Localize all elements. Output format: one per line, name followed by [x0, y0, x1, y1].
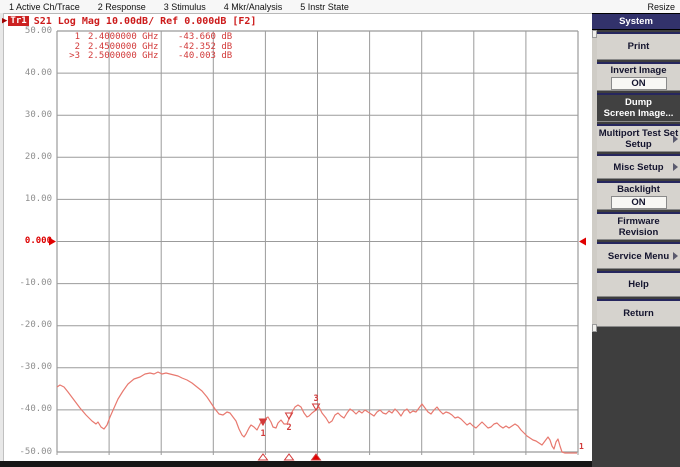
ref-level-arrow-right — [579, 238, 586, 246]
softkey-misc-setup[interactable]: Misc Setup — [597, 154, 680, 179]
softkey-backlight[interactable]: BacklightON — [597, 181, 680, 210]
softkey-label: Invert Image — [611, 65, 667, 76]
trace-marker-triangle — [286, 413, 293, 419]
softkey-service-menu[interactable]: Service Menu — [597, 242, 680, 269]
softkey-state-indicator: ON — [611, 77, 667, 90]
softkey-label: Service Menu — [608, 251, 669, 262]
axis-marker-triangle — [259, 454, 268, 460]
softkey-help[interactable]: Help — [597, 271, 680, 297]
ref-level-arrow-left — [49, 238, 56, 246]
softkey-firmware-revision[interactable]: Firmware Revision — [597, 212, 680, 240]
measurement-plot: 1 2 3 1 — [0, 0, 680, 467]
trace-marker-number: 3 — [313, 394, 318, 404]
bottom-status-bar — [0, 461, 592, 467]
submenu-arrow-icon — [673, 135, 678, 143]
softkey-label: Dump Screen Image... — [604, 97, 674, 119]
softkey-label: Multiport Test Set Setup — [599, 128, 679, 150]
softkey-label: Help — [628, 279, 649, 290]
softkey-label: Return — [623, 308, 654, 319]
trace-end-number: 1 — [579, 442, 584, 451]
softkey-dump-screen-image[interactable]: Dump Screen Image... — [597, 93, 680, 122]
trace-marker-number: 2 — [286, 423, 291, 433]
softkey-sidebar: System PrintInvert ImageONDump Screen Im… — [592, 13, 680, 467]
trace-marker-number: 1 — [260, 429, 265, 439]
softkey-label: Misc Setup — [613, 162, 663, 173]
softkey-state-indicator: ON — [611, 196, 667, 209]
marker-freq: 2.5000000 GHz — [88, 52, 178, 62]
marker-readout-table: 12.4000000 GHz-43.660 dB22.4500000 GHz-4… — [62, 33, 250, 62]
softkey-menu-title: System — [592, 13, 680, 30]
softkey-invert-image[interactable]: Invert ImageON — [597, 62, 680, 91]
submenu-arrow-icon — [673, 163, 678, 171]
softkey-print[interactable]: Print — [597, 32, 680, 60]
softkey-label: Firmware Revision — [617, 216, 659, 238]
vna-screen: 1 Active Ch/Trace2 Response3 Stimulus4 M… — [0, 0, 680, 467]
marker-val: -40.003 dB — [178, 52, 250, 62]
submenu-arrow-icon — [673, 252, 678, 260]
marker-num: >3 — [62, 52, 80, 62]
softkey-label: Print — [628, 41, 650, 52]
softkey-label: Backlight — [617, 184, 660, 195]
softkey-return[interactable]: Return — [597, 299, 680, 327]
axis-marker-triangle — [312, 454, 321, 460]
softkey-multiport-test-set-setup[interactable]: Multiport Test Set Setup — [597, 124, 680, 152]
marker-readout-row: >3 2.5000000 GHz-40.003 dB — [62, 52, 250, 62]
axis-marker-triangle — [285, 454, 294, 460]
